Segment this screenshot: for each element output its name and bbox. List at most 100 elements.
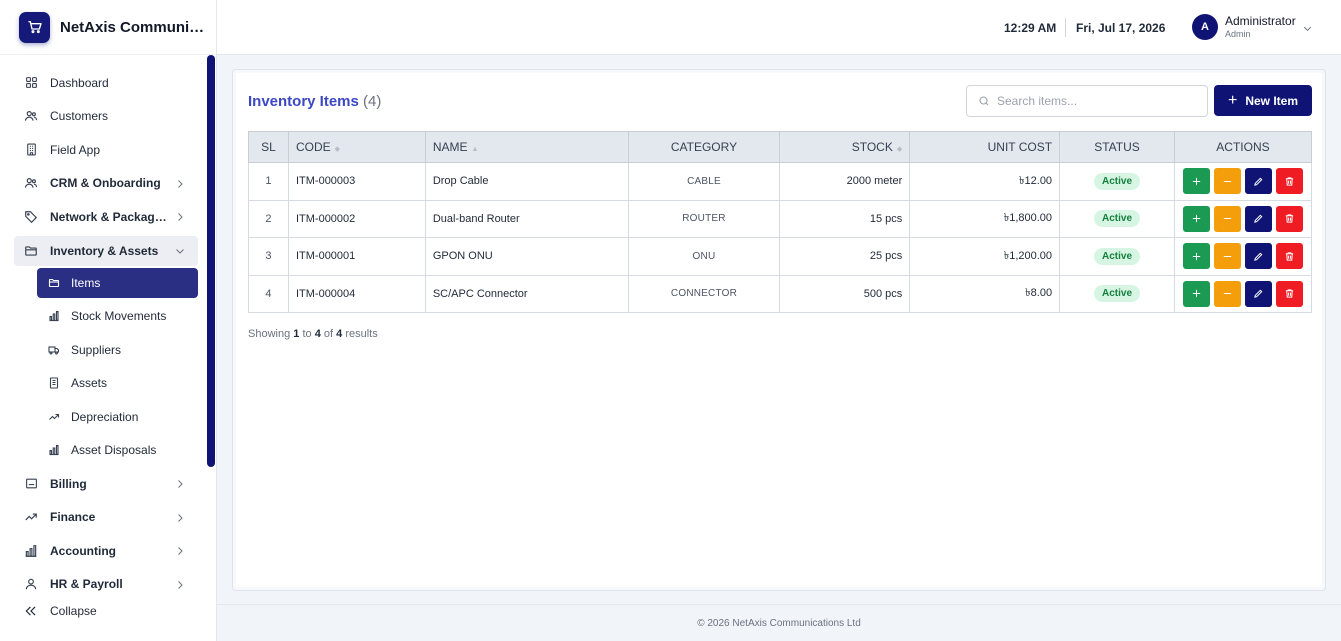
sidebar-subitem-suppliers[interactable]: Suppliers <box>0 333 206 367</box>
sidebar-subitem-label: Asset Disposals <box>71 443 157 458</box>
pagination-prefix: Showing <box>248 328 291 340</box>
stock-out-button[interactable] <box>1213 243 1241 270</box>
col-header-actions: ACTIONS <box>1173 131 1313 163</box>
user-name[interactable]: Administrator <box>1225 14 1296 28</box>
receipt-icon <box>24 477 38 491</box>
status-badge: Active <box>1094 172 1141 190</box>
delete-button[interactable] <box>1275 205 1303 232</box>
sidebar-item-customers[interactable]: Customers <box>0 100 206 134</box>
avatar[interactable]: A <box>1192 14 1218 40</box>
chevron-right-icon <box>174 178 186 190</box>
bar-chart-icon <box>48 310 60 322</box>
edit-button[interactable] <box>1244 243 1272 270</box>
sidebar-subitem-depreciation[interactable]: Depreciation <box>0 400 206 434</box>
cell-stock: 15 pcs <box>779 199 911 238</box>
trash-icon <box>1285 214 1294 223</box>
delete-button[interactable] <box>1275 280 1303 307</box>
chevron-right-icon <box>174 545 186 557</box>
sidebar-item-billing[interactable]: Billing <box>0 467 206 501</box>
cell-category: CONNECTOR <box>627 274 781 313</box>
sidebar-item-network-packages[interactable]: Network & Packag… <box>0 200 206 234</box>
cell-unit-cost: ৳12.00 <box>909 162 1061 201</box>
minus-icon <box>1223 255 1232 257</box>
stock-out-button[interactable] <box>1213 168 1241 195</box>
cell-name: Dual-band Router <box>424 199 629 238</box>
cell-stock: 25 pcs <box>779 237 911 276</box>
stock-out-button[interactable] <box>1213 280 1241 307</box>
table-row: 1 ITM-000003 Drop Cable CABLE 2000 meter… <box>248 162 1313 201</box>
col-header-status: STATUS <box>1059 131 1175 163</box>
stock-out-button[interactable] <box>1213 205 1241 232</box>
edit-button[interactable] <box>1244 280 1272 307</box>
stock-in-button[interactable] <box>1182 243 1210 270</box>
sidebar-item-label: Dashboard <box>50 75 109 90</box>
users-icon <box>24 176 38 190</box>
new-item-label: New Item <box>1245 93 1299 108</box>
col-header-category: CATEGORY <box>627 131 781 163</box>
cell-stock: 2000 meter <box>779 162 911 201</box>
chevron-right-icon <box>174 478 186 490</box>
brand[interactable]: NetAxis Communi… <box>0 0 216 55</box>
status-badge: Active <box>1094 285 1141 303</box>
col-header-stock[interactable]: STOCK ◆ <box>779 131 911 163</box>
user-icon <box>24 577 38 591</box>
status-badge: Active <box>1094 210 1141 228</box>
bar-chart-icon <box>48 444 60 456</box>
sidebar-item-accounting[interactable]: Accounting <box>0 534 206 568</box>
chevron-right-icon <box>174 211 186 223</box>
page-footer: © 2026 NetAxis Communications Ltd <box>217 604 1341 641</box>
col-header-code[interactable]: CODE ◆ <box>287 131 426 163</box>
page-title: Inventory Items (4) <box>248 93 381 110</box>
delete-button[interactable] <box>1275 243 1303 270</box>
delete-button[interactable] <box>1275 168 1303 195</box>
users-icon <box>24 109 38 123</box>
cell-status: Active <box>1059 274 1175 313</box>
sidebar-subitem-assets[interactable]: Assets <box>0 367 206 401</box>
edit-button[interactable] <box>1244 205 1272 232</box>
sidebar-subitem-stock-movements[interactable]: Stock Movements <box>0 300 206 334</box>
sidebar-item-field-app[interactable]: Field App <box>0 133 206 167</box>
building-icon <box>24 143 38 157</box>
copyright-text: © 2026 NetAxis Communications Ltd <box>697 617 861 629</box>
sidebar-item-dashboard[interactable]: Dashboard <box>0 66 206 100</box>
pencil-icon <box>1254 252 1263 261</box>
trending-icon <box>24 510 38 524</box>
sort-icon: ◆ <box>896 146 903 153</box>
sidebar-item-crm-onboarding[interactable]: CRM & Onboarding <box>0 167 206 201</box>
plus-icon: + <box>1227 91 1238 109</box>
cell-stock: 500 pcs <box>779 274 911 313</box>
search-box[interactable] <box>966 85 1208 117</box>
sidebar-subitem-label: Items <box>71 275 101 290</box>
stock-in-button[interactable] <box>1182 168 1210 195</box>
table-header-row: SL CODE ◆ NAME ▲ CATEGORY STOCK ◆ UNIT COST… <box>248 131 1313 163</box>
table-row: 2 ITM-000002 Dual-band Router ROUTER 15 … <box>248 199 1313 238</box>
plus-icon <box>1192 290 1201 298</box>
trash-icon <box>1285 177 1294 186</box>
sidebar-nav: Dashboard Customers Field App CRM & Onbo… <box>0 66 206 601</box>
inventory-card: Inventory Items (4) + New Item SL CODE◆ … <box>232 69 1326 591</box>
stock-in-button[interactable] <box>1182 205 1210 232</box>
collapse-button[interactable]: Collapse <box>24 604 97 618</box>
cell-unit-cost: ৳8.00 <box>909 274 1061 313</box>
sidebar-subitem-asset-disposals[interactable]: Asset Disposals <box>0 434 206 468</box>
sidebar-item-inventory-assets[interactable]: Inventory & Assets <box>14 235 198 266</box>
sidebar-item-hr-payroll[interactable]: HR & Payroll <box>0 568 206 602</box>
stock-in-button[interactable] <box>1182 280 1210 307</box>
sidebar-item-finance[interactable]: Finance <box>0 501 206 535</box>
document-icon <box>48 377 60 389</box>
cell-category: ONU <box>627 237 781 276</box>
new-item-button[interactable]: + New Item <box>1214 85 1312 116</box>
cell-sl: 2 <box>248 199 289 238</box>
sidebar-scrollbar[interactable] <box>207 55 215 467</box>
col-header-name[interactable]: NAME ▲ <box>424 131 629 163</box>
minus-icon <box>1223 293 1232 295</box>
trash-icon <box>1285 289 1294 298</box>
pencil-icon <box>1254 177 1263 186</box>
sidebar-subitem-items[interactable]: Items <box>37 267 198 298</box>
minus-icon <box>1223 218 1232 220</box>
user-role: Admin <box>1225 29 1251 39</box>
double-chevron-left-icon <box>24 604 38 618</box>
chevron-down-icon[interactable] <box>1302 23 1312 33</box>
search-input[interactable] <box>997 94 1197 108</box>
edit-button[interactable] <box>1244 168 1272 195</box>
